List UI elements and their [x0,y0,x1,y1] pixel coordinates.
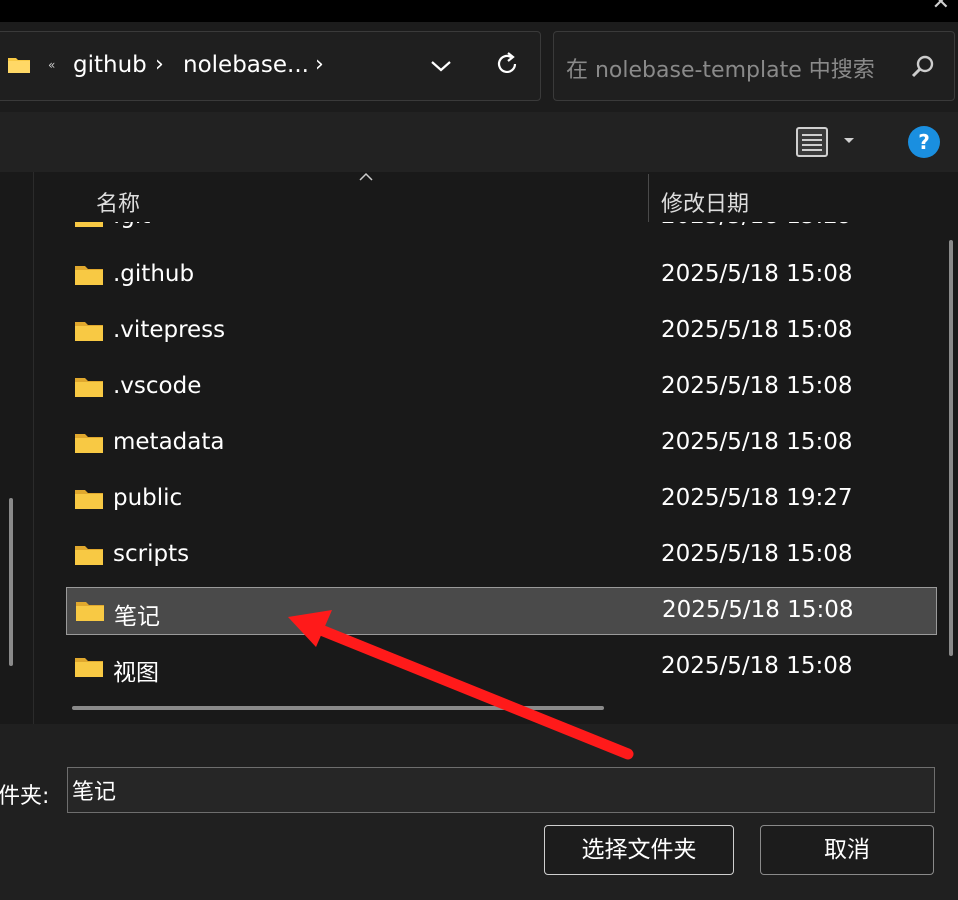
title-bar: ✕ [0,0,958,22]
folder-field-label: 件夹: [0,784,50,809]
column-divider[interactable] [648,174,649,222]
sort-ascending-icon [359,172,373,181]
file-date-modified: 2025/5/18 15:08 [662,597,854,623]
file-name: 视图 [113,660,159,686]
folder-icon [75,322,103,341]
search-box[interactable]: 在 nolebase-template 中搜索 [553,31,955,101]
file-row-github[interactable]: .github 2025/5/18 15:08 [66,252,937,300]
horizontal-scrollbar[interactable] [72,706,604,710]
help-button[interactable]: ? [908,126,940,158]
file-name: .github [113,261,195,287]
column-header: 名称 修改日期 [34,172,958,222]
file-name: .vitepress [113,317,226,343]
folder-icon [75,546,103,565]
navigation-row: « github › nolebase... › 在 nolebase-temp… [0,22,958,112]
navigation-pane-scrollbar[interactable] [9,498,13,666]
column-date-header[interactable]: 修改日期 [661,186,749,218]
file-name: public [113,485,183,511]
file-row-public[interactable]: public 2025/5/18 19:27 [66,476,937,524]
vertical-scrollbar[interactable] [949,240,953,656]
cancel-button[interactable]: 取消 [760,825,934,875]
file-row-vscode[interactable]: .vscode 2025/5/18 15:08 [66,364,937,412]
file-row-vitepress[interactable]: .vitepress 2025/5/18 15:08 [66,308,937,356]
file-date-modified: 2025/5/18 15:08 [661,373,853,399]
file-date-modified: 2025/5/18 15:08 [661,653,853,679]
file-name: 笔记 [114,604,160,630]
search-input[interactable]: 在 nolebase-template 中搜索 [566,52,875,84]
select-folder-button[interactable]: 选择文件夹 [544,825,734,875]
folder-icon [75,490,103,509]
folder-icon [76,602,104,621]
chevron-down-icon[interactable] [429,56,453,76]
command-toolbar: ? [0,112,958,172]
file-name: scripts [113,541,190,567]
folder-icon [75,266,103,285]
folder-icon [8,58,30,73]
file-name: .vscode [113,373,202,399]
breadcrumb-overflow[interactable]: « [48,58,55,72]
breadcrumb-separator[interactable]: › [315,52,324,77]
breadcrumb-separator[interactable]: › [155,52,164,77]
file-name: metadata [113,429,225,455]
folder-icon [75,658,103,677]
address-bar[interactable]: « github › nolebase... › [0,31,541,101]
close-icon[interactable]: ✕ [932,0,950,15]
folder-icon [75,378,103,397]
search-icon[interactable] [910,54,936,80]
navigation-pane [0,172,34,724]
column-name-header[interactable]: 名称 [96,186,140,218]
file-date-modified: 2025/5/18 19:27 [661,485,853,511]
file-row-metadata[interactable]: metadata 2025/5/18 15:08 [66,420,937,468]
file-date-modified: 2025/5/18 15:08 [661,429,853,455]
file-date-modified: 2025/5/18 15:08 [661,261,853,287]
file-row-scripts[interactable]: scripts 2025/5/18 15:08 [66,532,937,580]
file-row-notes[interactable]: 笔记 2025/5/18 15:08 [66,587,937,635]
breadcrumb-github[interactable]: github [73,52,147,78]
breadcrumb-nolebase[interactable]: nolebase... [183,52,309,78]
folder-name-input[interactable]: 笔记 [67,767,935,813]
view-mode-icon[interactable] [795,126,829,158]
refresh-icon[interactable] [493,50,521,78]
file-row-views[interactable]: 视图 2025/5/18 15:08 [66,644,937,692]
dialog-footer: 件夹: 笔记 选择文件夹 取消 [0,724,958,900]
file-list: .git 2025/5/18 15:29 名称 修改日期 .github 202… [34,172,958,724]
file-date-modified: 2025/5/18 15:08 [661,317,853,343]
folder-icon [75,434,103,453]
file-date-modified: 2025/5/18 15:08 [661,541,853,567]
caret-down-icon[interactable] [843,136,855,146]
